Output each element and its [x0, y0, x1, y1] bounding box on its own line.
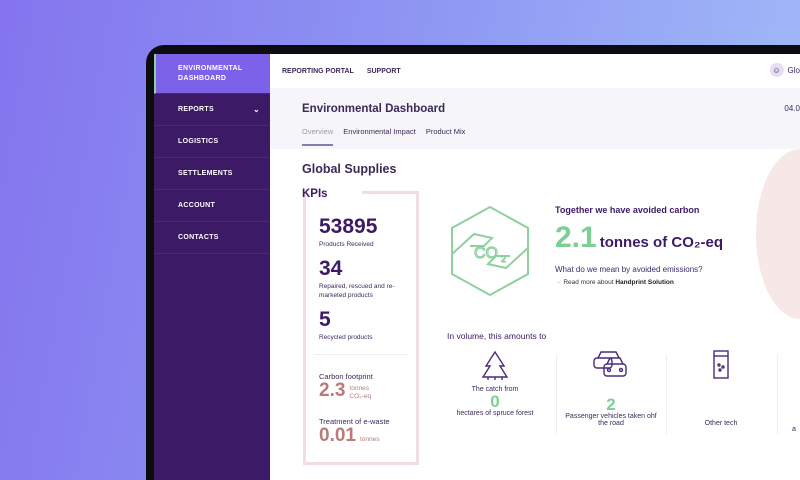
kpi-recycled: 5 Recycled products: [319, 309, 372, 342]
avoided-unit: tonnes of CO₂-eq: [599, 234, 724, 251]
user-menu[interactable]: ☺ Glo: [769, 63, 800, 77]
page-title: Environmental Dashboard: [302, 103, 446, 115]
decorative-circle: [756, 149, 800, 319]
avoided-value: 2.1: [555, 221, 597, 254]
sidebar-item-label: ENVIRONMENTAL DASHBOARD: [178, 64, 243, 82]
volume-item-vehicles: 2 Passenger vehicles taken ohf the road: [556, 350, 666, 436]
nav-support[interactable]: SUPPORT: [367, 68, 401, 75]
kpi-label: Products Received: [319, 241, 374, 248]
link-text: Read more about: [563, 279, 616, 286]
svg-text:CO: CO: [474, 245, 498, 262]
glass-icon: [713, 350, 729, 379]
kpi-products-received: 53895 Products Received: [319, 216, 377, 249]
sidebar-item-account[interactable]: ACCOUNT: [154, 190, 270, 222]
avoided-question: What do we mean by avoided emissions?: [555, 265, 703, 274]
volume-value: 2: [606, 395, 616, 414]
chevron-down-icon: ⌄: [252, 105, 260, 114]
cars-icon: [593, 351, 627, 377]
kpi-ewaste: Treatment of e-waste 0.01 tonnes: [319, 417, 390, 446]
date-label: 04.0: [784, 104, 800, 113]
tab-overview[interactable]: Overview: [302, 127, 334, 146]
avoided-title: Together we have avoided carbon: [555, 205, 700, 215]
sidebar-item-label: SETTLEMENTS: [178, 170, 233, 177]
volume-title: In volume, this amounts to: [447, 331, 547, 341]
tab-product-mix[interactable]: Product Mix: [426, 127, 466, 146]
kpi-value: 5: [319, 308, 331, 331]
divider: [314, 354, 408, 355]
kpi-unit: tonnes: [359, 436, 380, 443]
sidebar-item-settlements[interactable]: SETTLEMENTS: [154, 158, 270, 190]
volume-label: Passenger vehicles taken ohf the road: [565, 413, 657, 427]
app-screen: ENVIRONMENTAL DASHBOARD REPORTS ⌄ LOGISTI…: [154, 54, 800, 480]
volume-item-forest: The catch from 0 hectares of spruce fore…: [440, 350, 550, 436]
user-icon: ☺: [769, 63, 784, 77]
link-bold-text: Handprint Solution: [615, 279, 674, 286]
kpi-label: Recycled products: [319, 334, 373, 341]
kpi-label: Repaired, rescued and re-marketed produc…: [319, 283, 395, 299]
tree-icon: [481, 350, 509, 380]
kpi-unit: CO₂-eq: [349, 393, 372, 400]
sidebar-item-label: CONTACTS: [178, 234, 219, 241]
sidebar-item-contacts[interactable]: CONTACTS: [154, 222, 270, 254]
sidebar-item-reports[interactable]: REPORTS ⌄: [154, 94, 270, 126]
volume-value: 0: [490, 392, 500, 411]
page-header: Environmental Dashboard 04.0 Overview En…: [270, 88, 800, 149]
kpi-value: 34: [319, 257, 343, 280]
avoided-carbon: Together we have avoided carbon 2.1 tonne…: [555, 205, 723, 286]
volume-item-partial: a: [792, 426, 796, 433]
sidebar-item-environmental-dashboard[interactable]: ENVIRONMENTAL DASHBOARD: [154, 54, 270, 94]
sidebar: ENVIRONMENTAL DASHBOARD REPORTS ⌄ LOGISTI…: [154, 54, 270, 480]
tab-environmental-impact[interactable]: Environmental Impact: [343, 127, 416, 146]
co2-hands-icon: CO 2: [451, 205, 529, 297]
volume-item-other-tech: Other tech: [666, 350, 776, 436]
tabs: Overview Environmental Impact Product Mi…: [302, 127, 465, 146]
kpi-value: 53895: [319, 215, 378, 238]
sidebar-item-label: ACCOUNT: [178, 202, 216, 209]
kpi-value: 0.01: [319, 425, 356, 446]
top-nav: REPORTING PORTAL SUPPORT ☺ Glo: [270, 54, 800, 88]
kpi-repaired: 34 Repaired, rescued and re-marketed prod…: [319, 258, 409, 300]
user-name: Glo: [787, 65, 800, 75]
kpi-title: KPIs: [302, 188, 328, 200]
volume-label: hectares of spruce forest: [456, 410, 534, 417]
kpi-unit: tonnes: [349, 385, 369, 392]
kpi-value: 2.3: [319, 380, 346, 401]
sidebar-item-label: LOGISTICS: [178, 138, 219, 145]
sidebar-item-logistics[interactable]: LOGISTICS: [154, 126, 270, 158]
nav-reporting-portal[interactable]: REPORTING PORTAL: [282, 68, 354, 75]
section-title: Global Supplies: [302, 162, 397, 176]
sidebar-item-label: REPORTS: [178, 106, 214, 113]
handprint-link[interactable]: → Read more about Handprint Solution: [555, 279, 723, 286]
kpi-carbon-footprint: Carbon footprint 2.3 tonnes CO₂-eq: [319, 372, 373, 401]
svg-text:2: 2: [501, 254, 506, 264]
volume-label: Other tech: [704, 420, 738, 427]
divider: [777, 354, 778, 434]
